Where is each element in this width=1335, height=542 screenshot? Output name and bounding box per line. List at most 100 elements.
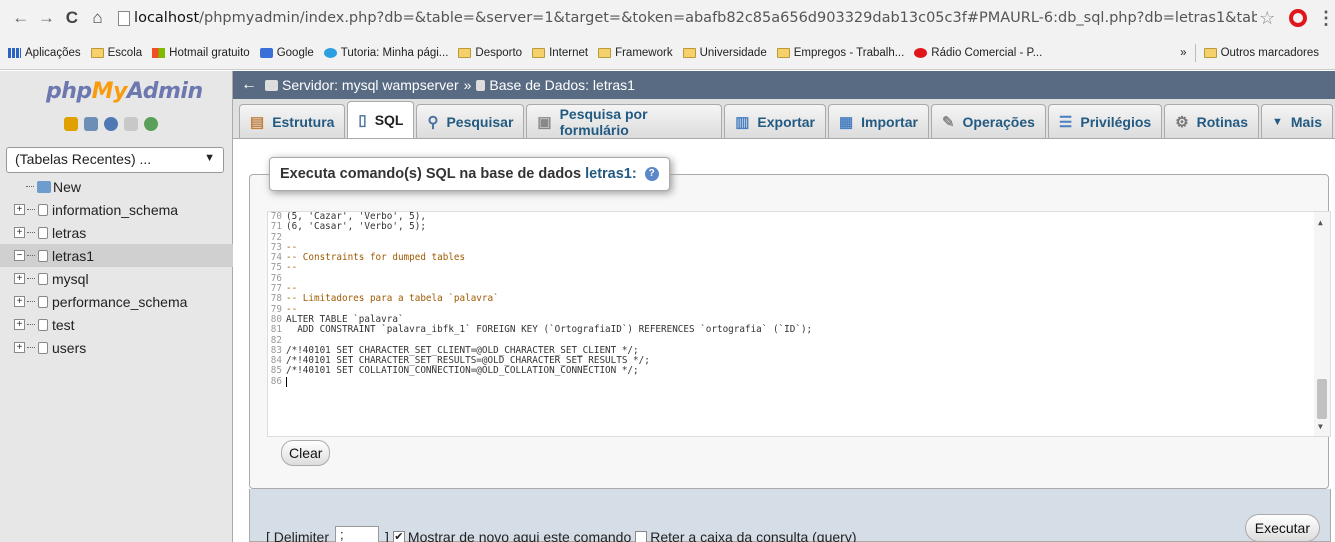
scroll-thumb[interactable] — [1317, 379, 1327, 419]
url-field[interactable]: localhost/phpmyadmin/index.php?db=&table… — [134, 10, 1257, 26]
code-text: -- — [286, 262, 298, 274]
wrench-icon: ✎ — [941, 113, 955, 131]
menu-kebab-icon[interactable]: ⋮ — [1317, 8, 1335, 29]
expand-icon[interactable]: + — [14, 319, 25, 330]
recent-tables-select[interactable]: (Tabelas Recentes) ... ▼ — [6, 147, 224, 173]
expand-icon[interactable]: + — [14, 342, 25, 353]
code-line: 72 — [268, 232, 1330, 243]
sql-editor[interactable]: 70 (5, 'Cazar', 'Verbo', 5), 71 (6, 'Casar'… — [267, 211, 1331, 437]
dropdown-arrow-icon: ▼ — [204, 152, 215, 164]
tab-pesquisa-formulario[interactable]: ▣ Pesquisa por formulário — [526, 104, 723, 138]
bookmark-universidade[interactable]: Universidade — [682, 47, 767, 59]
tab-mais[interactable]: ▼ Mais — [1260, 104, 1333, 138]
tab-bar: ▤ Estrutura ▯ SQL ⚲ Pesquisar ▣ Pesquisa por… — [233, 99, 1335, 139]
tree-item-information-schema[interactable]: + information_schema — [14, 198, 233, 221]
tab-pesquisar[interactable]: ⚲ Pesquisar — [416, 104, 525, 138]
bookmark-empregos[interactable]: Empregos - Trabalh... — [776, 47, 904, 59]
retain-query-checkbox[interactable] — [635, 531, 648, 542]
tree-item-performance-schema[interactable]: + performance_schema — [14, 290, 233, 313]
execute-button[interactable]: Executar — [1244, 514, 1320, 542]
tree-item-new[interactable]: New — [14, 175, 233, 198]
tree-item-mysql[interactable]: + mysql — [14, 267, 233, 290]
routines-icon: ⚙ — [1175, 113, 1189, 131]
bookmark-apps[interactable]: Aplicações — [8, 47, 81, 59]
text-cursor — [286, 376, 287, 387]
bookmark-hotmail[interactable]: Hotmail gratuito — [152, 47, 250, 59]
folder-icon — [682, 47, 696, 58]
code-line: 75 -- — [268, 262, 1330, 274]
editor-scrollbar[interactable]: ▲ ▼ — [1314, 212, 1330, 436]
code-lines: 70 (5, 'Cazar', 'Verbo', 5), 71 (6, 'Casar'… — [268, 212, 1330, 387]
expand-icon[interactable]: + — [14, 273, 25, 284]
scroll-up-icon[interactable]: ▲ — [1318, 218, 1323, 228]
collapse-nav-icon[interactable]: ← — [241, 76, 257, 94]
expand-icon[interactable]: + — [14, 227, 25, 238]
bookmark-framework[interactable]: Framework — [598, 47, 673, 59]
reload-nav-icon[interactable] — [144, 117, 158, 131]
bookmark-google[interactable]: Google — [259, 47, 314, 59]
code-text: /*!40101 SET COLLATION_CONNECTION=@OLD_C… — [286, 365, 639, 377]
more-bookmarks-button[interactable]: » — [1180, 47, 1186, 59]
database-icon — [38, 295, 48, 308]
tab-sql[interactable]: ▯ SQL — [347, 101, 415, 138]
sql-icon: ▯ — [358, 112, 367, 129]
tree-item-users[interactable]: + users — [14, 336, 233, 359]
tab-rotinas[interactable]: ⚙ Rotinas — [1164, 104, 1259, 138]
tree-item-test[interactable]: + test — [14, 313, 233, 336]
bookmark-tutoria[interactable]: Tutoria: Minha pági... — [323, 47, 448, 59]
delimiter-input[interactable]: ; — [335, 526, 380, 542]
breadcrumb-server[interactable]: Servidor: mysql wampserver — [282, 77, 459, 93]
database-tree: New + information_schema + letras − letras1… — [0, 175, 233, 359]
query-window-icon[interactable] — [104, 117, 118, 131]
expand-icon[interactable]: + — [14, 204, 25, 215]
code-text: (6, 'Casar', 'Verbo', 5); — [286, 221, 426, 233]
forward-icon[interactable]: → — [36, 8, 58, 28]
breadcrumb-database[interactable]: Base de Dados: letras1 — [489, 77, 635, 93]
bookmark-internet[interactable]: Internet — [532, 47, 588, 59]
code-text: -- Limitadores para a tabela `palavra` — [286, 293, 499, 305]
tree-connector — [27, 255, 35, 256]
export-icon: ▥ — [735, 113, 750, 131]
delimiter-row: [ Delimiter ; ] ✔ Mostrar de novo aqui e… — [266, 526, 856, 542]
phpmyadmin-logo[interactable]: phpMyAdmin — [46, 79, 203, 104]
home-icon[interactable] — [64, 117, 78, 131]
tab-operacoes[interactable]: ✎ Operações — [930, 104, 1046, 138]
star-icon[interactable]: ☆ — [1259, 8, 1275, 29]
globe-icon — [323, 47, 337, 58]
bookmark-other[interactable]: Outros marcadores — [1203, 47, 1319, 59]
bookmark-desporto[interactable]: Desporto — [458, 47, 522, 59]
tab-importar[interactable]: ▦ Importar — [827, 104, 929, 138]
tree-item-letras1[interactable]: − letras1 — [0, 244, 233, 267]
bookmarks-overflow: » Outros marcadores — [1180, 36, 1329, 69]
logout-icon[interactable] — [84, 117, 98, 131]
tree-item-letras[interactable]: + letras — [14, 221, 233, 244]
folder-icon — [598, 47, 612, 58]
bookmark-radio[interactable]: Rádio Comercial - P... — [914, 47, 1042, 59]
tab-estrutura[interactable]: ▤ Estrutura — [239, 104, 346, 138]
expand-icon[interactable]: + — [14, 296, 25, 307]
show-again-checkbox[interactable]: ✔ — [392, 531, 405, 542]
reload-icon[interactable]: C — [61, 8, 83, 28]
bookmark-escola[interactable]: Escola — [90, 47, 142, 59]
tab-exportar[interactable]: ▥ Exportar — [724, 104, 826, 138]
home-icon[interactable]: ⌂ — [87, 8, 109, 28]
clear-button[interactable]: Clear — [281, 440, 331, 466]
code-line: 76 — [268, 273, 1330, 284]
database-icon — [38, 341, 48, 354]
opera-icon[interactable] — [1289, 9, 1308, 27]
collapse-icon[interactable]: − — [14, 250, 25, 261]
scroll-down-icon[interactable]: ▼ — [1318, 422, 1323, 432]
folder-icon — [776, 47, 790, 58]
help-icon[interactable]: ? — [644, 167, 659, 181]
tab-privilegios[interactable]: ☰ Privilégios — [1047, 104, 1163, 138]
breadcrumb: ← Servidor: mysql wampserver » Base de D… — [233, 71, 1335, 99]
documentation-icon[interactable] — [124, 117, 138, 131]
code-text: ADD CONSTRAINT `palavra_ibfk_1` FOREIGN … — [286, 324, 813, 336]
database-icon — [38, 226, 48, 239]
nav-icon-row — [64, 117, 158, 131]
divider — [1194, 44, 1196, 62]
legend-database: letras1: — [585, 166, 637, 182]
back-icon[interactable]: ← — [10, 8, 32, 28]
new-database-icon — [37, 180, 51, 193]
url-host: localhost — [134, 10, 200, 26]
